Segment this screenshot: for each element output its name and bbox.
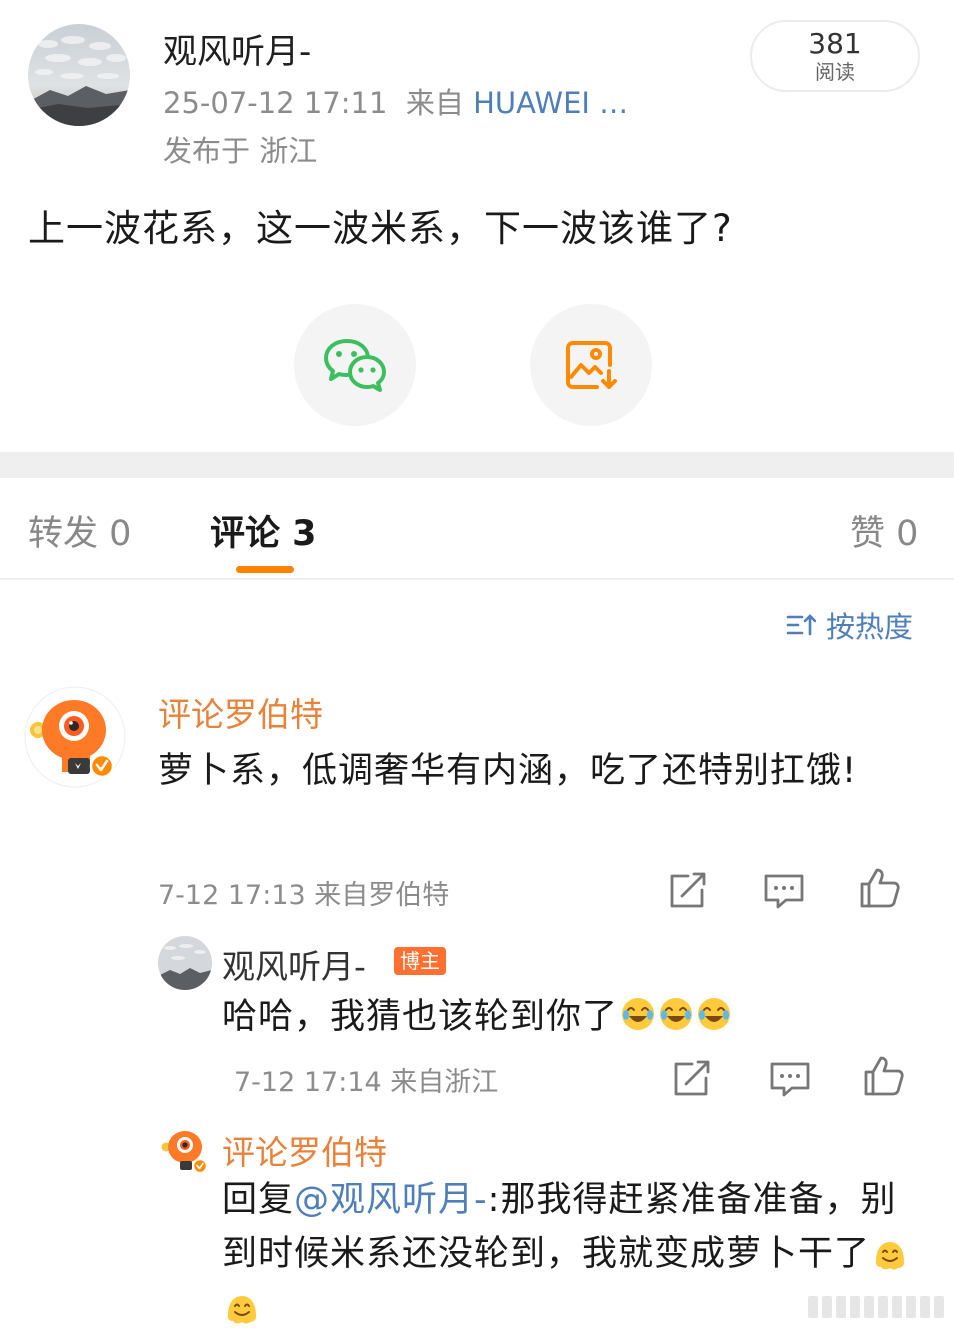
section-separator [0,452,954,478]
tab-likes[interactable]: 赞 0 [850,505,918,556]
forward-icon [674,1060,710,1096]
device-link[interactable]: HUAWEI … [473,86,628,120]
author-name[interactable]: 观风听月- [163,24,311,73]
reply-commenter-avatar[interactable] [158,1124,212,1178]
post-location: 发布于 浙江 [163,134,318,168]
laugh-cry-emoji [622,997,655,1030]
read-label: 阅读 [815,60,855,84]
wechat-icon [324,339,386,392]
sort-by-hot-button[interactable]: 按热度 [786,604,913,646]
melting-face-emoji [227,1296,257,1324]
post-datetime: 25-07-12 17:11 [163,86,388,120]
tab-comments[interactable]: 评论 3 [210,505,317,556]
forward-icon [670,872,706,908]
blogger-badge: 博主 [394,947,446,975]
tab-repost[interactable]: 转发 0 [28,505,131,556]
save-image-icon [566,341,617,389]
comment-meta: 7-12 17:13 来自罗伯特 [158,880,450,911]
reply-meta: 7-12 17:14 来自浙江 [234,1067,499,1098]
reply-reply-button[interactable] [768,1058,812,1098]
reply-like-button[interactable] [862,1054,906,1096]
home-indicator [808,1296,946,1318]
reply-icon [770,1062,810,1097]
save-image-button[interactable] [530,304,652,426]
thumbs-up-icon [864,1056,904,1096]
laugh-cry-emoji [698,997,731,1030]
author-avatar[interactable] [28,24,130,126]
reply-text: 哈哈，我猜也该轮到你了 [222,988,732,1039]
reply-icon [764,874,804,909]
melting-face-emoji [875,1242,905,1270]
tab-divider [0,578,954,580]
source-prefix: 来自 [405,86,464,120]
comment-like-button[interactable] [858,866,902,908]
comment-reply-button[interactable] [762,870,806,910]
thumbs-up-icon [860,868,900,908]
reply-author-avatar[interactable] [158,936,212,990]
mention-link[interactable]: @观风听月- [294,1180,488,1220]
comment-text: 萝卜系，低调奢华有内涵，吃了还特别扛饿! [158,751,858,791]
comment-forward-button[interactable] [666,870,710,910]
laugh-cry-emoji [660,997,693,1030]
reply-commenter-name[interactable]: 评论罗伯特 [222,1126,387,1174]
active-tab-indicator [236,566,294,573]
commenter-avatar[interactable] [24,686,126,788]
sort-icon [786,614,816,636]
commenter-name[interactable]: 评论罗伯特 [158,688,323,736]
read-count: 381 [808,27,862,60]
read-count-badge: 381 阅读 [750,20,920,92]
reply-forward-button[interactable] [670,1058,714,1098]
post-body: 上一波花系，这一波米系，下一波该谁了? [28,207,733,250]
share-wechat-button[interactable] [294,304,416,426]
reply-prefix: 回复 [222,1180,295,1220]
post-meta: 25-07-12 17:11 来自 HUAWEI … [163,80,628,122]
sort-label: 按热度 [826,610,914,644]
reply-text-content: 哈哈，我猜也该轮到你了 [222,997,619,1037]
reply-author-name[interactable]: 观风听月- [222,940,366,988]
